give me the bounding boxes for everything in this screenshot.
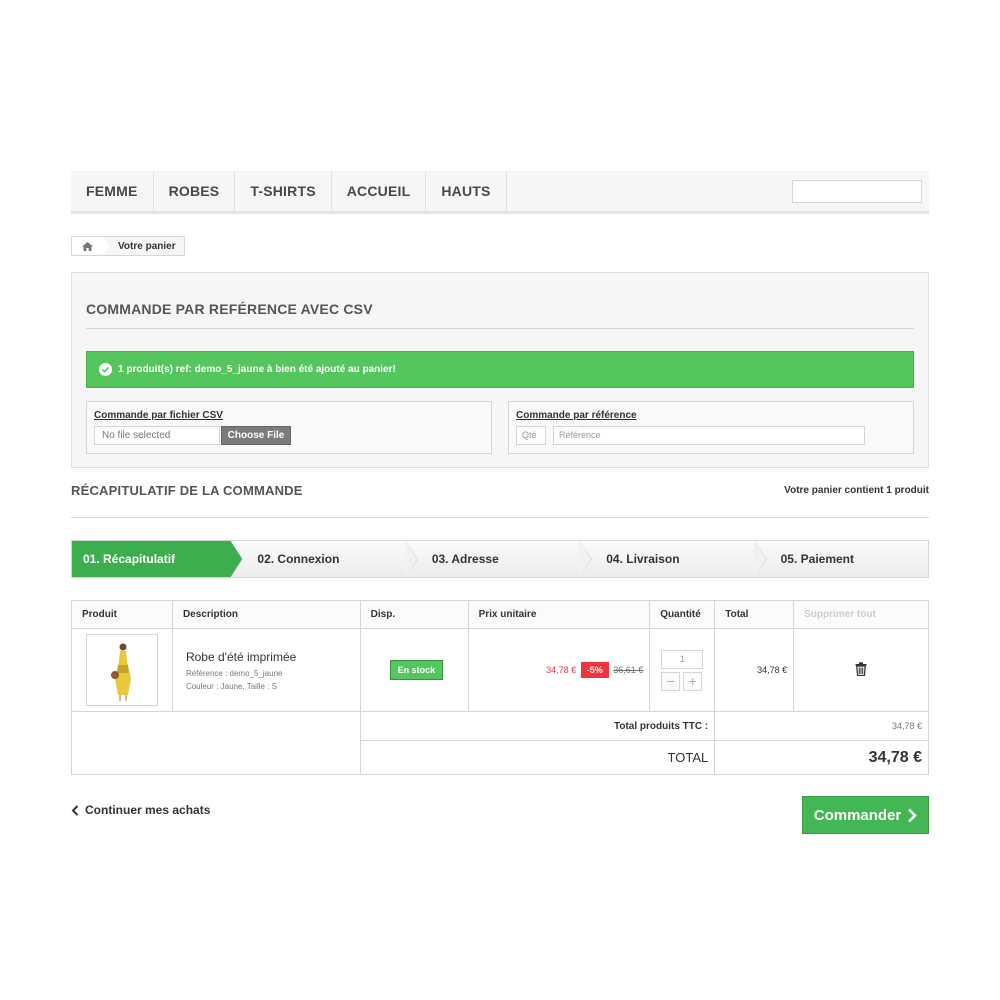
- quantity-field[interactable]: 1: [661, 649, 704, 669]
- check-circle-icon: [99, 363, 112, 376]
- reference-label: Commande par référence: [516, 410, 637, 421]
- order-button[interactable]: Commander: [802, 796, 929, 834]
- header-quantity: Quantité: [649, 600, 716, 629]
- reference-box: Commande par référence Qté Référence: [508, 401, 914, 454]
- delete-all-link[interactable]: Supprimer tout: [793, 600, 929, 629]
- file-name-field[interactable]: No file selected: [94, 426, 220, 445]
- subtotal-row: Total produits TTC : 34,78 €: [71, 711, 929, 775]
- delete-cell: [793, 628, 929, 712]
- top-menu: FEMME ROBES T-SHIRTS ACCUEIL HAUTS: [71, 171, 929, 214]
- discount-badge: -5%: [580, 662, 609, 678]
- menu-item-hauts[interactable]: HAUTS: [426, 171, 507, 211]
- chevron-right-icon: [908, 808, 918, 822]
- table-header-row: Produit Description Disp. Prix unitaire …: [71, 600, 929, 629]
- product-attributes: Couleur : Jaune, Taille : S: [185, 681, 277, 691]
- csv-panel-title: COMMANDE PAR REFÉRENCE AVEC CSV: [86, 301, 373, 317]
- quantity-decrease-button[interactable]: −: [661, 671, 681, 691]
- page-title: RÉCAPITULATIF DE LA COMMANDE: [71, 483, 303, 498]
- step-payment: 05. Paiement: [780, 552, 854, 566]
- header-availability: Disp.: [359, 600, 469, 629]
- products-total-value: 34,78 €: [714, 711, 929, 741]
- home-link[interactable]: [72, 237, 110, 255]
- step-address: 03. Adresse: [405, 540, 593, 578]
- alert-text: 1 produit(s) ref: demo_5_jaune à bien ét…: [118, 364, 396, 375]
- csv-file-label: Commande par fichier CSV: [94, 410, 223, 421]
- empty-footer-cell: [71, 711, 361, 775]
- order-button-label: Commander: [813, 806, 902, 824]
- step-summary[interactable]: 01. Récapitulatif: [72, 540, 244, 578]
- products-total-label: Total produits TTC :: [359, 711, 716, 741]
- unit-price-cell: 34,78 € -5% 36,61 €: [467, 628, 651, 712]
- menu-item-tshirts[interactable]: T-SHIRTS: [235, 171, 332, 211]
- total-value: 34,78 €: [714, 740, 929, 775]
- availability-cell: En stock: [359, 628, 469, 712]
- home-icon: [82, 241, 93, 251]
- menu-item-accueil[interactable]: ACCUEIL: [332, 171, 427, 211]
- stock-badge: En stock: [389, 660, 444, 680]
- description-cell: Robe d'été imprimée Référence : demo_5_j…: [171, 628, 361, 712]
- product-cell: [71, 628, 173, 712]
- reference-input[interactable]: Référence: [553, 426, 865, 445]
- continue-shopping-link[interactable]: Continuer mes achats: [71, 803, 210, 817]
- breadcrumb: Votre panier: [71, 236, 185, 256]
- step-shipping: 04. Livraison: [579, 540, 768, 578]
- divider: [86, 328, 914, 329]
- header-description: Description: [171, 600, 361, 629]
- price-old: 36,61 €: [613, 665, 644, 675]
- line-total: 34,78 €: [714, 628, 795, 712]
- breadcrumb-current: Votre panier: [118, 240, 176, 252]
- product-image: [111, 643, 131, 701]
- quantity-cell: 1 − +: [649, 628, 716, 712]
- product-thumbnail[interactable]: [86, 634, 158, 706]
- search-input[interactable]: [792, 180, 922, 203]
- product-name-link[interactable]: Robe d'été imprimée: [186, 650, 360, 664]
- quantity-increase-button[interactable]: +: [683, 671, 703, 691]
- chevron-left-icon: [71, 804, 79, 816]
- choose-file-button[interactable]: Choose File: [221, 426, 291, 445]
- header-product: Produit: [71, 600, 173, 629]
- product-reference: Référence : demo_5_jaune: [185, 668, 283, 678]
- continue-shopping-label: Continuer mes achats: [85, 803, 211, 817]
- total-label: TOTAL: [359, 740, 716, 775]
- cart-table: Produit Description Disp. Prix unitaire …: [71, 600, 929, 775]
- menu-item-robes[interactable]: ROBES: [154, 171, 236, 211]
- success-alert: 1 produit(s) ref: demo_5_jaune à bien ét…: [86, 351, 914, 388]
- csv-file-box: Commande par fichier CSV No file selecte…: [86, 401, 492, 454]
- header-total: Total: [714, 600, 795, 629]
- price-current: 34,78 €: [546, 665, 577, 675]
- header-unit-price: Prix unitaire: [467, 600, 651, 629]
- trash-icon[interactable]: [855, 661, 867, 676]
- csv-order-panel: COMMANDE PAR REFÉRENCE AVEC CSV 1 produi…: [71, 272, 929, 468]
- step-login: 02. Connexion: [230, 540, 419, 578]
- cart-count: Votre panier contient 1 produit: [784, 485, 929, 496]
- quantity-input[interactable]: Qté: [516, 426, 546, 445]
- divider: [71, 517, 929, 518]
- table-row: Robe d'été imprimée Référence : demo_5_j…: [71, 628, 929, 712]
- menu-item-femme[interactable]: FEMME: [71, 171, 154, 211]
- checkout-steps: 01. Récapitulatif 02. Connexion 03. Adre…: [71, 540, 929, 578]
